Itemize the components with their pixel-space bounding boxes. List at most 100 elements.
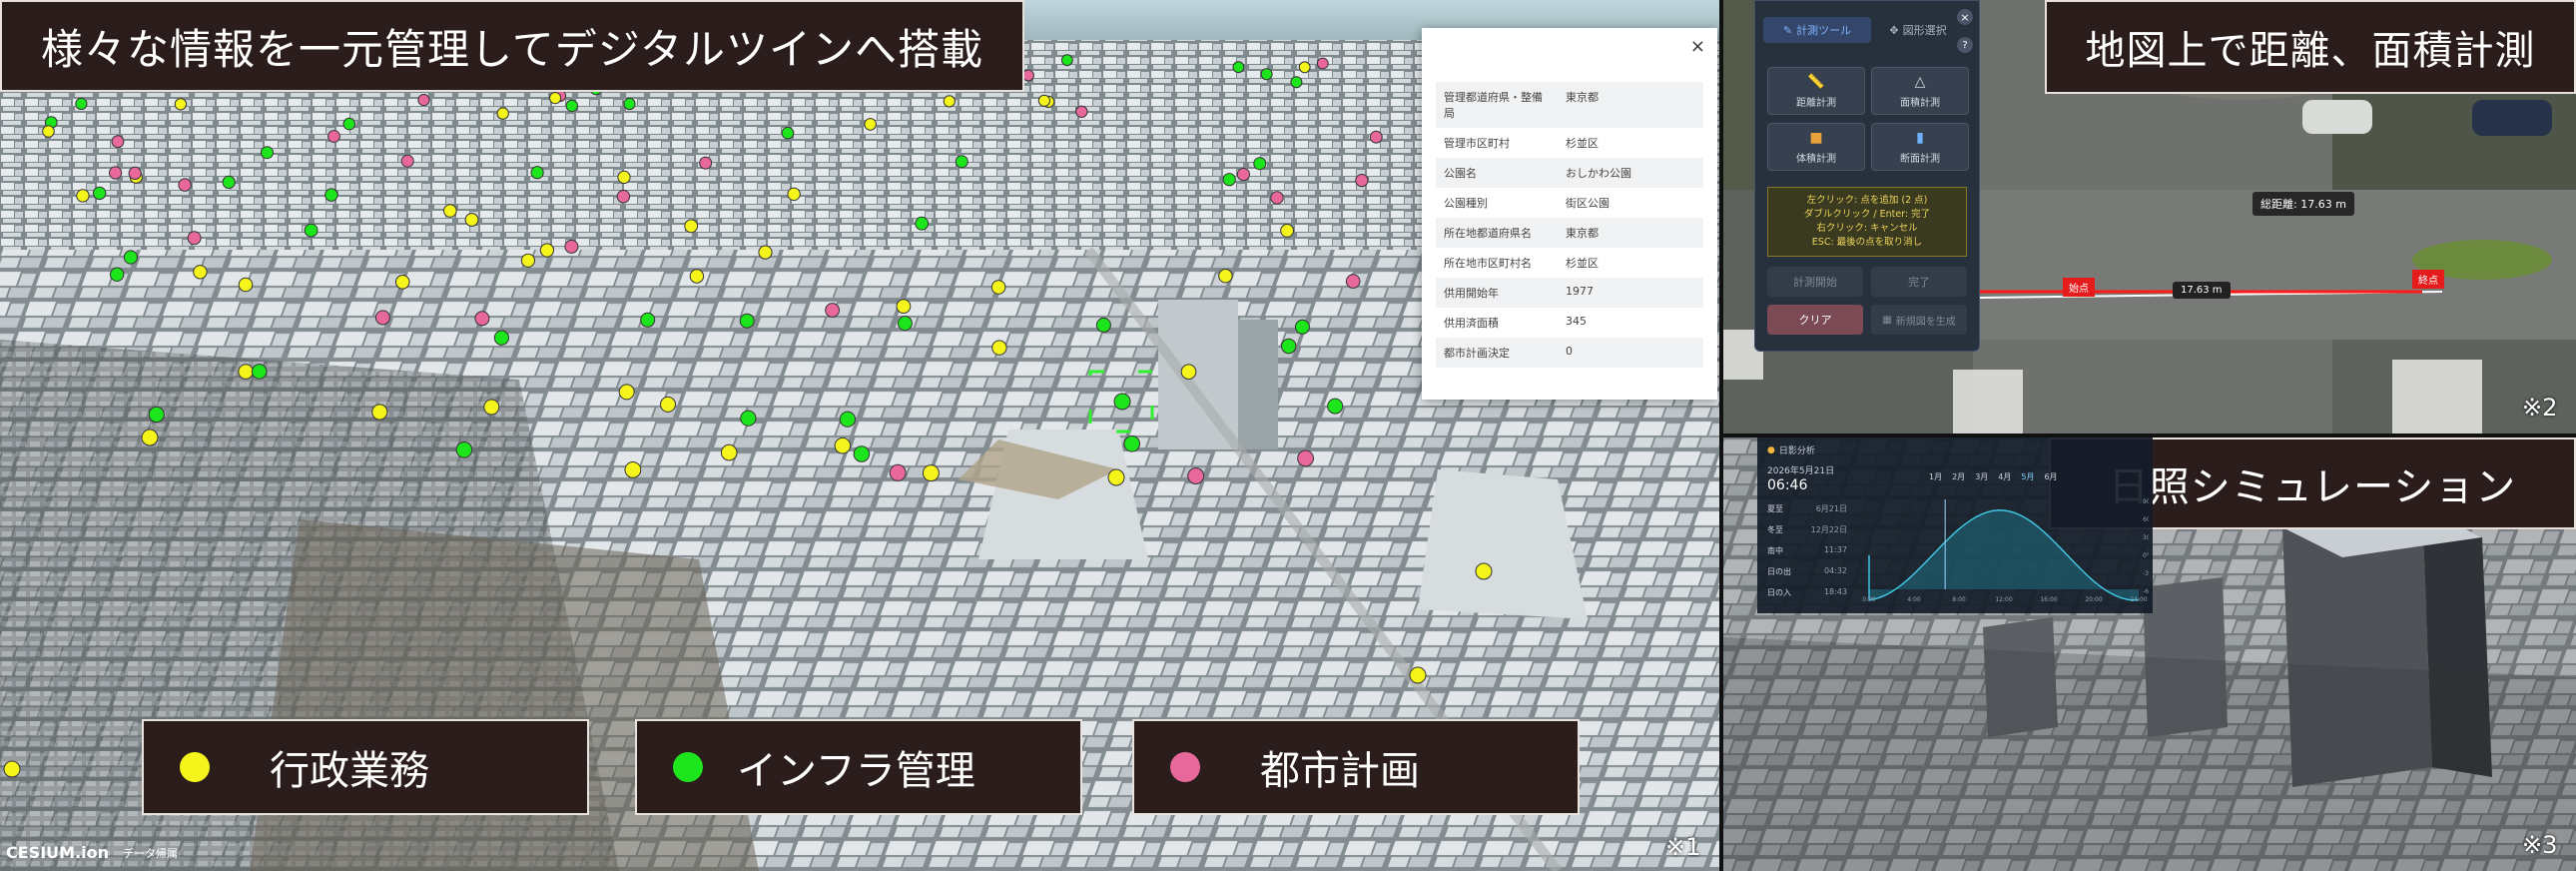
cesium-logo[interactable]: CESIUM.ion bbox=[6, 843, 109, 862]
poi-marker[interactable] bbox=[624, 461, 642, 478]
month-tab[interactable]: 1月 bbox=[1929, 471, 1942, 482]
poi-marker[interactable] bbox=[1345, 274, 1361, 289]
poi-marker[interactable] bbox=[455, 441, 473, 458]
poi-marker[interactable] bbox=[1298, 61, 1311, 74]
poi-marker[interactable] bbox=[922, 464, 940, 482]
poi-marker[interactable] bbox=[758, 245, 773, 260]
month-tab[interactable]: 2月 bbox=[1952, 471, 1965, 482]
poi-marker[interactable] bbox=[915, 216, 930, 231]
poi-marker[interactable] bbox=[174, 98, 188, 111]
poi-marker[interactable] bbox=[896, 299, 912, 315]
clear-button[interactable]: クリア bbox=[1767, 305, 1863, 335]
poi-marker[interactable] bbox=[853, 445, 871, 462]
poi-marker[interactable] bbox=[1355, 174, 1369, 188]
poi-marker[interactable] bbox=[564, 239, 579, 254]
poi-marker[interactable] bbox=[1409, 666, 1427, 684]
city-3d-viewer[interactable]: 様々な情報を一元管理してデジタルツインへ搭載 行政業務 インフラ管理 都市計画 … bbox=[0, 0, 1719, 871]
poi-marker[interactable] bbox=[111, 135, 125, 149]
poi-marker[interactable] bbox=[496, 107, 509, 120]
area-measure-button[interactable]: △ 面積計測 bbox=[1871, 67, 1969, 115]
start-measure-button[interactable]: 計測開始 bbox=[1767, 267, 1863, 297]
poi-marker[interactable] bbox=[76, 189, 90, 203]
poi-marker[interactable] bbox=[1260, 68, 1273, 81]
poi-marker[interactable] bbox=[128, 166, 142, 180]
poi-marker[interactable] bbox=[617, 170, 631, 184]
poi-marker[interactable] bbox=[193, 265, 208, 280]
poi-marker[interactable] bbox=[834, 436, 852, 454]
poi-marker[interactable] bbox=[549, 92, 562, 105]
poi-marker[interactable] bbox=[684, 219, 699, 234]
poi-marker[interactable] bbox=[825, 303, 840, 318]
poi-marker[interactable] bbox=[1095, 317, 1111, 333]
poi-marker[interactable] bbox=[1253, 157, 1267, 171]
poi-marker[interactable] bbox=[109, 166, 123, 180]
poi-marker[interactable] bbox=[720, 443, 738, 461]
poi-marker[interactable] bbox=[618, 384, 635, 401]
poi-marker[interactable] bbox=[141, 429, 159, 446]
poi-marker[interactable] bbox=[1113, 393, 1131, 411]
poi-marker[interactable] bbox=[1236, 168, 1251, 182]
distance-measure-button[interactable]: 📏 距離計測 bbox=[1767, 67, 1865, 115]
poi-marker[interactable] bbox=[1294, 319, 1310, 335]
poi-marker[interactable] bbox=[1281, 338, 1297, 355]
poi-marker[interactable] bbox=[565, 99, 578, 113]
poi-marker[interactable] bbox=[1327, 398, 1344, 415]
poi-marker[interactable] bbox=[1187, 467, 1205, 484]
poi-marker[interactable] bbox=[660, 396, 676, 413]
volume-measure-button[interactable]: ■ 体積計測 bbox=[1767, 123, 1865, 171]
poi-marker[interactable] bbox=[1123, 436, 1140, 452]
poi-marker[interactable] bbox=[616, 190, 631, 204]
poi-marker[interactable] bbox=[1180, 364, 1197, 381]
month-tab[interactable]: 3月 bbox=[1975, 471, 1988, 482]
poi-marker[interactable] bbox=[110, 267, 125, 282]
poi-marker[interactable] bbox=[178, 178, 192, 192]
month-tab[interactable]: 4月 bbox=[1998, 471, 2011, 482]
poi-marker[interactable] bbox=[261, 146, 274, 160]
new-shape-button[interactable]: ▦ 新規図を生成 bbox=[1871, 305, 1967, 335]
poi-marker[interactable] bbox=[222, 175, 236, 189]
poi-marker[interactable] bbox=[739, 313, 755, 329]
poi-marker[interactable] bbox=[889, 463, 907, 481]
poi-marker[interactable] bbox=[991, 340, 1007, 356]
poi-marker[interactable] bbox=[781, 126, 795, 140]
poi-marker[interactable] bbox=[483, 399, 500, 416]
tab-measure-tool[interactable]: ✎ 計測ツール bbox=[1763, 17, 1871, 43]
poi-marker[interactable] bbox=[342, 117, 356, 131]
poi-marker[interactable] bbox=[123, 250, 138, 265]
poi-marker[interactable] bbox=[864, 118, 878, 131]
poi-marker[interactable] bbox=[93, 186, 107, 201]
poi-marker[interactable] bbox=[394, 275, 410, 290]
poi-marker[interactable] bbox=[689, 269, 705, 284]
poi-marker[interactable] bbox=[1222, 173, 1236, 187]
poi-marker[interactable] bbox=[1037, 94, 1051, 107]
poi-marker[interactable] bbox=[371, 404, 388, 421]
poi-marker[interactable] bbox=[238, 277, 254, 293]
data-attribution-link[interactable]: データ帰属 bbox=[123, 845, 178, 861]
poi-marker[interactable] bbox=[839, 411, 857, 428]
poi-marker[interactable] bbox=[699, 156, 713, 170]
poi-marker[interactable] bbox=[400, 154, 414, 168]
poi-marker[interactable] bbox=[417, 94, 430, 107]
poi-marker[interactable] bbox=[42, 125, 55, 138]
poi-marker[interactable] bbox=[443, 204, 457, 218]
poi-marker[interactable] bbox=[1270, 191, 1284, 205]
poi-marker[interactable] bbox=[75, 97, 88, 111]
poi-marker[interactable] bbox=[464, 213, 479, 227]
poi-marker[interactable] bbox=[787, 187, 801, 202]
poi-marker[interactable] bbox=[640, 312, 656, 328]
poi-marker[interactable] bbox=[943, 95, 956, 108]
done-button[interactable]: 完了 bbox=[1871, 267, 1967, 297]
poi-marker[interactable] bbox=[539, 243, 555, 258]
poi-marker[interactable] bbox=[1280, 224, 1294, 238]
poi-marker[interactable] bbox=[623, 97, 636, 111]
poi-marker[interactable] bbox=[520, 253, 536, 268]
poi-marker[interactable] bbox=[1060, 54, 1073, 67]
poi-marker[interactable] bbox=[1316, 57, 1329, 70]
poi-marker[interactable] bbox=[1021, 69, 1034, 82]
poi-marker[interactable] bbox=[1297, 449, 1314, 467]
poi-marker[interactable] bbox=[251, 364, 268, 380]
poi-marker[interactable] bbox=[1475, 562, 1493, 580]
month-tab[interactable]: 6月 bbox=[2044, 471, 2057, 482]
poi-marker[interactable] bbox=[740, 410, 757, 427]
poi-marker[interactable] bbox=[148, 406, 165, 424]
